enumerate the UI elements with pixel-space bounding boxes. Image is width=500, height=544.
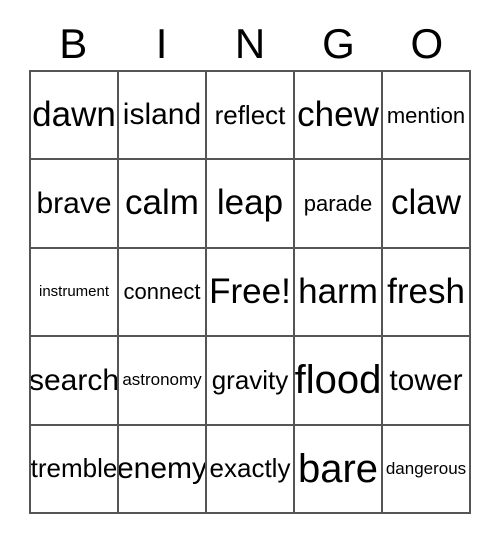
bingo-cell-label: island <box>122 98 202 132</box>
bingo-cell-label: tower <box>389 363 463 397</box>
bingo-header-letter-o: O <box>410 20 444 67</box>
bingo-cell[interactable]: instrument <box>31 248 119 338</box>
bingo-cell[interactable]: brave <box>31 160 119 249</box>
bingo-header-letter-b: B <box>59 20 88 67</box>
bingo-cell-free-space[interactable]: Free! <box>207 248 295 338</box>
bingo-cell-label: connect <box>123 279 201 305</box>
bingo-cell-label: claw <box>390 183 462 223</box>
bingo-cell-label: harm <box>298 271 378 311</box>
bingo-header-letter-i: I <box>155 20 168 67</box>
bingo-cell[interactable]: enemy <box>119 425 207 514</box>
bingo-cell-label: search <box>31 363 119 397</box>
bingo-cell[interactable]: fresh <box>383 248 471 338</box>
bingo-header-letter-n: N <box>234 20 266 67</box>
bingo-cell[interactable]: claw <box>383 160 471 249</box>
bingo-cell-label: enemy <box>119 452 207 486</box>
bingo-cell[interactable]: leap <box>207 160 295 249</box>
bingo-cell[interactable]: gravity <box>207 337 295 426</box>
bingo-card: B I N G O dawn island reflect chew menti… <box>0 0 500 544</box>
bingo-cell[interactable]: chew <box>295 72 383 161</box>
bingo-cell[interactable]: reflect <box>207 72 295 161</box>
bingo-cell[interactable]: astronomy <box>119 337 207 426</box>
bingo-cell[interactable]: connect <box>119 248 207 338</box>
bingo-cell-label: gravity <box>211 364 289 395</box>
bingo-cell[interactable]: bare <box>295 425 383 514</box>
bingo-cell-label: instrument <box>38 283 110 301</box>
bingo-cell-label: bare <box>297 446 379 491</box>
bingo-cell-label: mention <box>386 102 466 128</box>
bingo-cell-label: exactly <box>209 453 291 484</box>
bingo-cell-label: astronomy <box>122 370 202 390</box>
bingo-cell-label: calm <box>125 183 199 223</box>
bingo-cell-label: leap <box>216 183 284 223</box>
bingo-cell[interactable]: exactly <box>207 425 295 514</box>
bingo-cell[interactable]: flood <box>295 337 383 426</box>
bingo-cell[interactable]: island <box>119 72 207 161</box>
bingo-header-row: B I N G O <box>29 18 471 70</box>
bingo-cell[interactable]: dawn <box>31 72 119 161</box>
bingo-cell-label: brave <box>36 186 112 220</box>
bingo-header-letter-g: G <box>322 20 355 67</box>
bingo-cell[interactable]: tower <box>383 337 471 426</box>
bingo-cell-label: chew <box>297 94 379 134</box>
bingo-cell-label: parade <box>303 191 373 217</box>
bingo-cell-label: tremble <box>31 453 118 484</box>
bingo-cell[interactable]: calm <box>119 160 207 249</box>
bingo-cell[interactable]: parade <box>295 160 383 249</box>
bingo-cell[interactable]: mention <box>383 72 471 161</box>
bingo-grid: dawn island reflect chew mention brave c… <box>29 70 471 514</box>
bingo-cell-label: dawn <box>32 94 116 134</box>
bingo-cell[interactable]: tremble <box>31 425 119 514</box>
bingo-cell[interactable]: dangerous <box>383 425 471 514</box>
bingo-cell-label: fresh <box>387 271 465 311</box>
bingo-cell[interactable]: search <box>31 337 119 426</box>
bingo-cell-label: flood <box>295 358 382 403</box>
bingo-cell[interactable]: harm <box>295 248 383 338</box>
bingo-cell-label: reflect <box>214 99 286 130</box>
bingo-cell-label: dangerous <box>385 458 467 478</box>
bingo-free-space-label: Free! <box>209 271 291 311</box>
